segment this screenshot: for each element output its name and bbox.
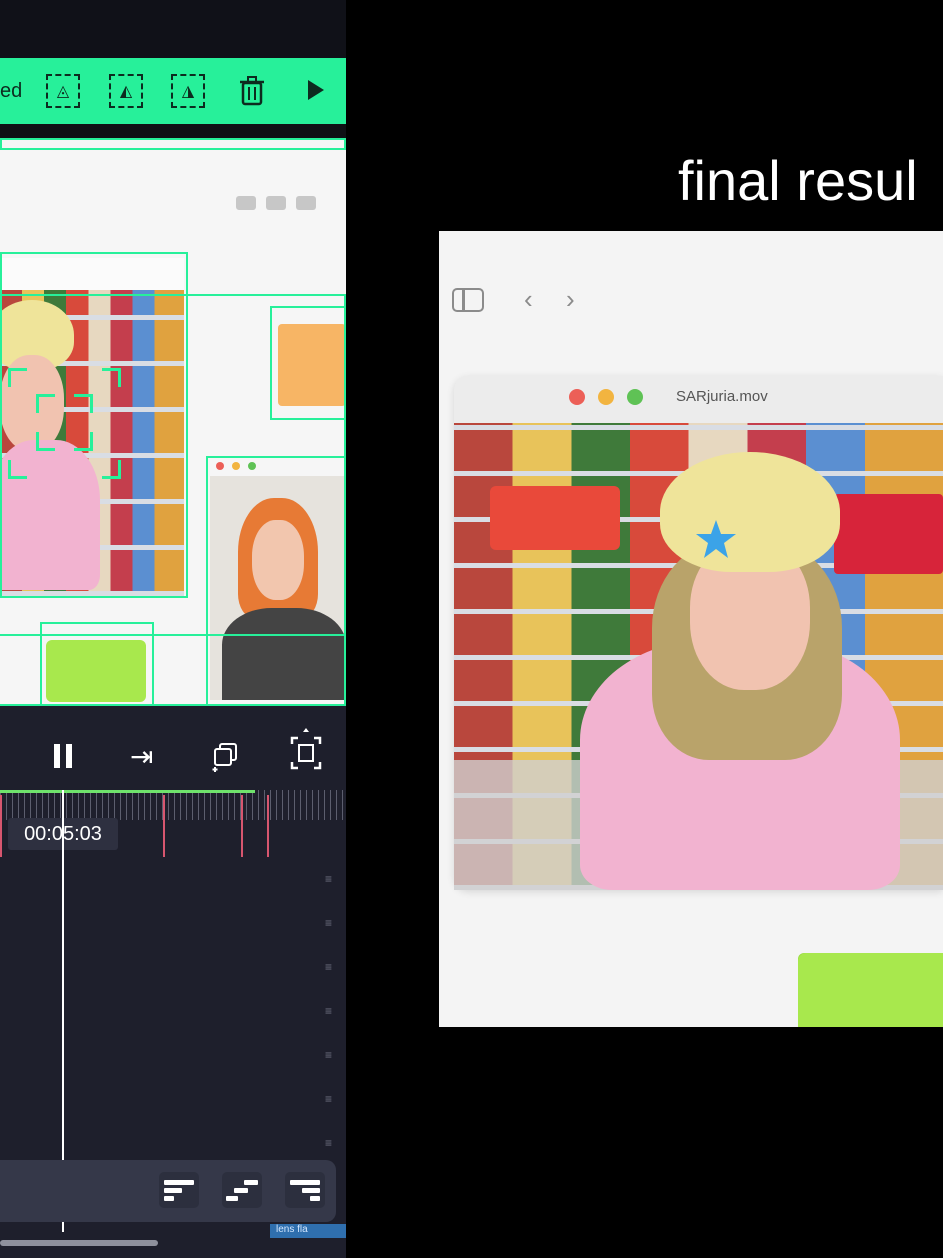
selection-box-folder[interactable] bbox=[270, 306, 346, 420]
selection-box-top[interactable] bbox=[0, 138, 346, 150]
mask-shape-icon[interactable]: ◭ bbox=[109, 74, 143, 108]
timeline-ruler[interactable] bbox=[0, 790, 346, 820]
trash-mini-icon bbox=[266, 196, 286, 210]
video-editor-panel: ed ◬ ◭ ◮ ⇥ ≡ ≡ ≡ ≡ ≡ ≡ ≡ lens fla bbox=[0, 0, 346, 1258]
pause-icon[interactable] bbox=[66, 744, 72, 768]
track-drag-handle-icon[interactable]: ≡ bbox=[325, 916, 337, 930]
sidebar-toggle-icon[interactable] bbox=[452, 288, 484, 312]
zoom-dot-icon[interactable] bbox=[627, 389, 643, 405]
timeline-progress bbox=[0, 790, 255, 793]
track-drag-handle-icon[interactable]: ≡ bbox=[325, 872, 337, 886]
person-hat bbox=[660, 452, 840, 572]
forward-arrow-icon[interactable]: › bbox=[566, 284, 575, 315]
track-drag-handle-icon[interactable]: ≡ bbox=[325, 1092, 337, 1106]
align-right-icon[interactable] bbox=[285, 1172, 325, 1208]
fill-shape-icon[interactable]: ◮ bbox=[171, 74, 205, 108]
close-dot-icon[interactable] bbox=[569, 389, 585, 405]
pause-icon[interactable] bbox=[54, 744, 60, 768]
align-center-icon[interactable] bbox=[222, 1172, 262, 1208]
result-title: final resul bbox=[678, 149, 918, 212]
play-icon[interactable] bbox=[308, 80, 324, 100]
fit-frame-icon[interactable] bbox=[290, 728, 322, 774]
archive-mini-icon bbox=[296, 196, 316, 210]
folder-mini-icon bbox=[236, 196, 256, 210]
track-drag-handle-icon[interactable]: ≡ bbox=[325, 1136, 337, 1150]
back-arrow-icon[interactable]: ‹ bbox=[524, 284, 533, 315]
track-drag-handle-icon[interactable]: ≡ bbox=[325, 960, 337, 974]
snack-box bbox=[490, 486, 620, 550]
track-drag-handle-icon[interactable]: ≡ bbox=[325, 1048, 337, 1062]
finder-toolbar-icons bbox=[236, 196, 316, 210]
horizontal-scrollbar[interactable] bbox=[0, 1240, 158, 1246]
toolbar-divider bbox=[0, 124, 346, 138]
trash-icon[interactable] bbox=[235, 74, 269, 108]
timeline-marker bbox=[241, 795, 243, 857]
add-layer-icon[interactable] bbox=[212, 742, 237, 772]
skip-to-end-icon[interactable]: ⇥ bbox=[130, 740, 153, 773]
minimize-dot-icon[interactable] bbox=[598, 389, 614, 405]
window-title: SARjuria.mov bbox=[676, 388, 768, 405]
crop-shape-icon[interactable]: ◬ bbox=[46, 74, 80, 108]
track-drag-handle-icon[interactable]: ≡ bbox=[325, 1004, 337, 1018]
snack-box bbox=[834, 494, 943, 574]
timeline-marker bbox=[0, 795, 2, 857]
timeline-marker bbox=[163, 795, 165, 857]
selection-box-bottom[interactable] bbox=[0, 634, 346, 706]
align-left-icon[interactable] bbox=[159, 1172, 199, 1208]
clip-label[interactable]: lens fla bbox=[270, 1224, 346, 1238]
toolbar-label: ed bbox=[0, 80, 23, 102]
timeline-marker bbox=[267, 795, 269, 857]
star-icon bbox=[694, 518, 738, 562]
folder-green-icon[interactable] bbox=[798, 953, 943, 1027]
status-bar bbox=[0, 0, 346, 58]
